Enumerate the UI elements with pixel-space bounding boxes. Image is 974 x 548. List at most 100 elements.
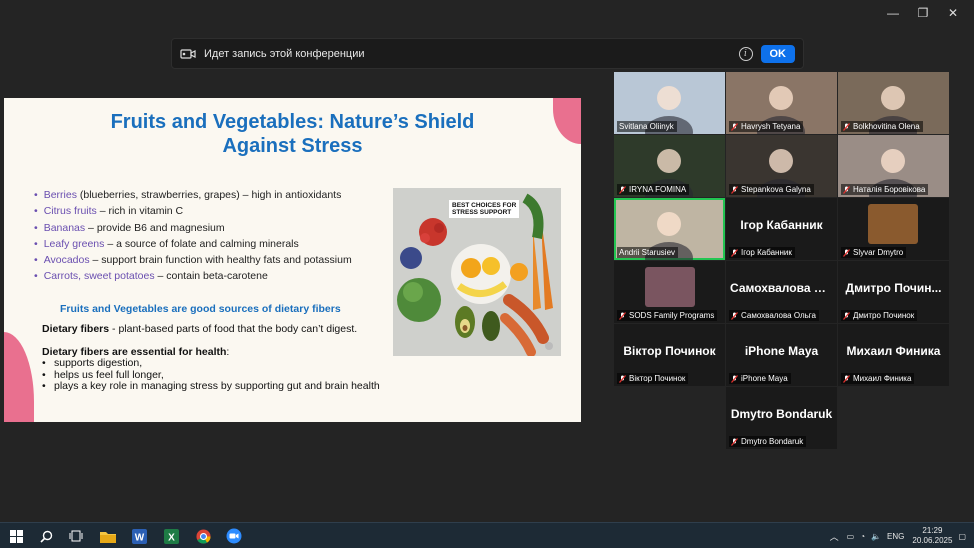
participant-tile[interactable]: SODS Family Programs xyxy=(614,261,725,323)
start-icon[interactable] xyxy=(7,527,25,545)
benefit-item: • supports digestion, xyxy=(42,357,143,369)
participant-name-label: Ігор Кабанник xyxy=(729,247,795,258)
participant-name-label: Svitlana Oliinyk xyxy=(617,121,677,132)
participant-tile[interactable]: Dmytro Bondaruk Dmytro Bondaruk xyxy=(726,387,837,449)
photo-label: BEST CHOICES FOR STRESS SUPPORT xyxy=(449,200,520,218)
language-indicator[interactable]: ENG xyxy=(887,532,904,541)
participant-big-name: Самохвалова О... xyxy=(730,281,834,295)
participant-name-label: iPhone Maya xyxy=(729,373,791,384)
mic-muted-icon xyxy=(731,374,738,383)
participant-name-label: Самохвалова Ольга xyxy=(729,310,819,321)
excel-icon[interactable]: X xyxy=(162,527,180,545)
taskbar: W X ︿ ▭ ◔ 🔈 ENG 21:29 20.06.2025 ▢ xyxy=(0,522,974,548)
volume-icon[interactable]: 🔈 xyxy=(871,532,881,541)
fiber-heading: Fruits and Vegetables are good sources o… xyxy=(60,303,341,315)
network-icon[interactable]: ◔ xyxy=(860,532,865,541)
participant-tile[interactable]: iPhone Maya iPhone Maya xyxy=(726,324,837,386)
fruit-item: • Leafy greens – a source of folate and c… xyxy=(34,237,299,250)
mic-muted-icon xyxy=(619,185,626,194)
mic-muted-icon xyxy=(731,248,738,257)
slide-title: Fruits and Vegetables: Nature’s Shield A… xyxy=(110,111,475,157)
info-icon[interactable]: i xyxy=(738,46,753,61)
mic-muted-icon xyxy=(731,437,738,446)
participant-big-name: Dmytro Bondaruk xyxy=(730,407,833,421)
mic-muted-icon xyxy=(731,185,738,194)
participant-tile[interactable]: Andrii Starusiev xyxy=(614,198,725,260)
battery-icon[interactable]: ▭ xyxy=(847,532,855,541)
chrome-icon[interactable] xyxy=(194,527,212,545)
mic-muted-icon xyxy=(731,122,738,131)
participant-avatar xyxy=(868,204,918,244)
bullet: • xyxy=(34,237,38,250)
participant-name-label: Havrysh Tetyana xyxy=(729,121,804,132)
task-view-icon[interactable] xyxy=(67,527,85,545)
participant-tile[interactable]: Havrysh Tetyana xyxy=(726,72,837,134)
recording-camera-icon xyxy=(180,48,196,59)
participant-name-label: Dmytro Bondaruk xyxy=(729,436,807,447)
window-controls: — ❐ ✕ xyxy=(878,4,968,22)
participant-tile[interactable]: Дмитро Почин... Дмитро Починок xyxy=(838,261,949,323)
fruit-item: • Citrus fruits – rich in vitamin C xyxy=(34,205,184,218)
participant-big-name: Дмитро Почин... xyxy=(845,281,942,295)
participant-name-label: Віктор Починок xyxy=(617,373,689,384)
fiber-benefits-list: • supports digestion, • helps us feel full… xyxy=(42,357,380,393)
bullet: • xyxy=(34,189,38,201)
participant-tile[interactable]: Михаил Финика Михаил Финика xyxy=(838,324,949,386)
maximize-button[interactable]: ❐ xyxy=(908,4,938,22)
participant-big-name: Віктор Починок xyxy=(623,344,716,358)
bullet: • xyxy=(34,254,38,267)
mic-muted-icon xyxy=(843,248,850,257)
mic-muted-icon xyxy=(843,185,850,194)
clock[interactable]: 21:29 20.06.2025 xyxy=(912,526,952,546)
participant-name-label: Slyvar Dmytro xyxy=(841,247,907,258)
mic-muted-icon xyxy=(843,374,850,383)
participant-name-label: Михаил Финика xyxy=(841,373,915,384)
fruit-item: • Berries (blueberries, strawberries, gra… xyxy=(34,189,342,201)
participant-name-label: IRYNA FOMINA xyxy=(617,184,690,195)
participant-tile[interactable]: Svitlana Oliinyk xyxy=(614,72,725,134)
fiber-definition: Dietary fibers - plant-based parts of fo… xyxy=(42,323,358,335)
participant-name-label: Наталія Боровікова xyxy=(841,184,929,195)
participant-tile[interactable]: Bolkhovitina Olena xyxy=(838,72,949,134)
participant-tile[interactable]: IRYNA FOMINA xyxy=(614,135,725,197)
participant-avatar xyxy=(645,267,695,307)
participant-big-name: iPhone Maya xyxy=(744,344,819,358)
participant-name-label: Bolkhovitina Olena xyxy=(841,121,923,132)
mic-muted-icon xyxy=(843,122,850,131)
participant-big-name: Ігор Кабанник xyxy=(740,218,823,232)
chevron-up-icon[interactable]: ︿ xyxy=(830,530,839,543)
bullet: • xyxy=(34,221,38,234)
fruit-item: • Carrots, sweet potatoes – contain beta-… xyxy=(34,270,268,283)
minimize-button[interactable]: — xyxy=(878,4,908,22)
mic-muted-icon xyxy=(731,311,738,320)
zoom-icon[interactable] xyxy=(225,527,243,545)
bullet: • xyxy=(34,205,38,218)
svg-text:W: W xyxy=(134,532,144,543)
ok-button[interactable]: OK xyxy=(760,44,795,63)
notifications-icon[interactable]: ▢ xyxy=(958,532,966,541)
participant-tile[interactable]: Наталія Боровікова xyxy=(838,135,949,197)
participant-tile[interactable]: Самохвалова О... Самохвалова Ольга xyxy=(726,261,837,323)
participant-tile[interactable]: Slyvar Dmytro xyxy=(838,198,949,260)
benefit-item: • plays a key role in managing stress by… xyxy=(42,380,380,392)
shared-slide: Fruits and Vegetables: Nature’s Shield A… xyxy=(4,98,581,422)
svg-text:X: X xyxy=(168,532,175,543)
word-icon[interactable]: W xyxy=(130,527,148,545)
recording-text: Идет запись этой конференции xyxy=(204,47,365,60)
participant-name-label: Andrii Starusiev xyxy=(617,247,679,258)
participant-tile[interactable]: Ігор Кабанник Ігор Кабанник xyxy=(726,198,837,260)
mic-muted-icon xyxy=(843,311,850,320)
mic-muted-icon xyxy=(619,311,626,320)
participant-big-name: Михаил Финика xyxy=(846,344,941,358)
search-icon[interactable] xyxy=(37,527,55,545)
participant-name-label: Дмитро Починок xyxy=(841,310,918,321)
participant-name-label: Stepankova Galyna xyxy=(729,184,814,195)
recording-banner: Идет запись этой конференции i OK xyxy=(171,38,804,69)
mic-muted-icon xyxy=(619,374,626,383)
participant-tile[interactable]: Віктор Починок Віктор Починок xyxy=(614,324,725,386)
fruit-item: • Bananas – provide B6 and magnesium xyxy=(34,221,225,234)
close-button[interactable]: ✕ xyxy=(938,4,968,22)
participant-tile[interactable]: Stepankova Galyna xyxy=(726,135,837,197)
system-tray: ︿ ▭ ◔ 🔈 ENG 21:29 20.06.2025 ▢ xyxy=(830,523,974,548)
file-explorer-icon[interactable] xyxy=(99,527,117,545)
